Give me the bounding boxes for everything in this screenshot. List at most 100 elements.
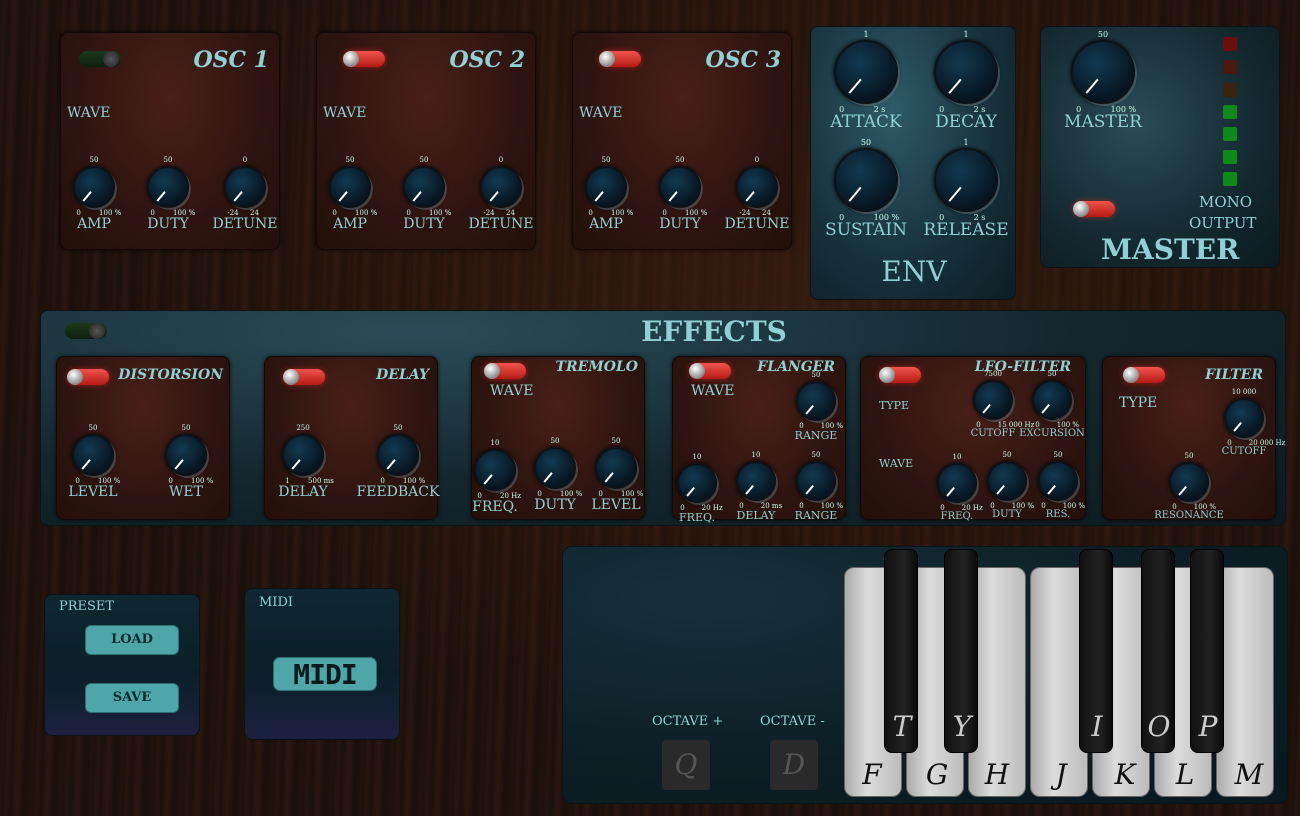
env-release-knob[interactable] bbox=[934, 148, 998, 212]
filter-cutoff-knob[interactable] bbox=[1224, 398, 1264, 438]
flanger-toggle[interactable] bbox=[689, 363, 731, 379]
osc3-toggle[interactable] bbox=[599, 51, 641, 67]
knob-top-value: 50 bbox=[601, 156, 611, 164]
knob-top-value: 7500 bbox=[984, 370, 1002, 378]
osc1-wave-label[interactable]: WAVE bbox=[67, 105, 110, 121]
env-attack-knob[interactable] bbox=[834, 40, 898, 104]
filter-type-label[interactable]: TYPE bbox=[1119, 395, 1157, 411]
osc2-title: OSC 2 bbox=[449, 47, 525, 73]
knob-indicator bbox=[386, 459, 396, 470]
knob-top-value: 1 bbox=[863, 30, 869, 39]
key-label: F bbox=[862, 758, 882, 791]
filter-resonance-knob[interactable] bbox=[1169, 462, 1209, 502]
octave-down-button[interactable]: D bbox=[770, 740, 818, 790]
lfo-filter-toggle[interactable] bbox=[879, 367, 921, 383]
osc3-duty-knob[interactable] bbox=[659, 166, 701, 208]
osc1-toggle[interactable] bbox=[79, 51, 121, 67]
env-sustain-knob[interactable] bbox=[834, 148, 898, 212]
knob-indicator bbox=[948, 186, 962, 202]
delay-feedback-knob[interactable] bbox=[377, 434, 419, 476]
knob-top-value: 250 bbox=[296, 424, 310, 432]
lfo-res-knob[interactable] bbox=[1038, 461, 1078, 501]
lfo-freq-knob[interactable] bbox=[937, 463, 977, 503]
lfo-wave-label[interactable]: WAVE bbox=[879, 457, 913, 470]
knob-indicator bbox=[291, 459, 301, 470]
osc3-wave-label[interactable]: WAVE bbox=[579, 105, 622, 121]
octave-down-label: OCTAVE - bbox=[760, 714, 825, 729]
key-label: O bbox=[1147, 710, 1171, 743]
white-key-m[interactable]: M bbox=[1216, 567, 1274, 797]
osc3-detune-knob[interactable] bbox=[736, 166, 778, 208]
delay-toggle[interactable] bbox=[283, 369, 325, 385]
osc2-duty-knob[interactable] bbox=[403, 166, 445, 208]
load-button[interactable]: LOAD bbox=[85, 625, 179, 655]
knob-indicator bbox=[1178, 485, 1187, 496]
black-key-y[interactable]: Y bbox=[944, 549, 978, 753]
lfo-excursion-knob[interactable] bbox=[1032, 380, 1072, 420]
env-decay-knob[interactable] bbox=[934, 40, 998, 104]
knob-indicator bbox=[543, 472, 553, 483]
knob-top-value: 50 bbox=[811, 371, 821, 379]
osc2-amp-knob[interactable] bbox=[329, 166, 371, 208]
flanger-wave-label[interactable]: WAVE bbox=[691, 383, 734, 399]
knob-top-value: 50 bbox=[1002, 451, 1012, 459]
black-key-o[interactable]: O bbox=[1141, 549, 1175, 753]
preset-panel: PRESET LOAD SAVE bbox=[44, 594, 200, 736]
knob-label: RESONANCE bbox=[1154, 510, 1224, 521]
knob-top-value: 50 bbox=[550, 437, 560, 445]
flanger-freq-knob[interactable] bbox=[677, 463, 717, 503]
knob-label: DELAY bbox=[278, 484, 328, 500]
knob-indicator bbox=[1085, 78, 1099, 94]
tremolo-freq-knob[interactable] bbox=[474, 449, 516, 491]
knob-indicator bbox=[483, 474, 493, 485]
osc1-amp-knob[interactable] bbox=[73, 166, 115, 208]
knob-indicator bbox=[174, 459, 184, 470]
distortion-level-knob[interactable] bbox=[72, 434, 114, 476]
knob-top-value: 50 bbox=[181, 424, 191, 432]
osc2-detune-knob[interactable] bbox=[480, 166, 522, 208]
octave-up-button[interactable]: Q bbox=[662, 740, 710, 790]
osc1-duty-knob[interactable] bbox=[147, 166, 189, 208]
knob-label: MASTER bbox=[1064, 112, 1142, 132]
flanger-range-knob[interactable] bbox=[796, 461, 836, 501]
knob-indicator bbox=[1233, 421, 1242, 432]
octave-up-label: OCTAVE + bbox=[652, 714, 724, 729]
midi-panel: MIDI MIDI bbox=[244, 588, 400, 740]
lfo-duty-knob[interactable] bbox=[987, 461, 1027, 501]
knob-label: RES. bbox=[1045, 509, 1071, 520]
distortion-toggle[interactable] bbox=[67, 369, 109, 385]
tremolo-toggle[interactable] bbox=[484, 363, 526, 379]
black-key-i[interactable]: I bbox=[1079, 549, 1113, 753]
knob-label: DETUNE bbox=[212, 216, 278, 232]
distortion-wet-knob[interactable] bbox=[165, 434, 207, 476]
master-toggle[interactable] bbox=[1073, 201, 1115, 217]
knob-indicator bbox=[233, 191, 243, 202]
flanger-delay-knob[interactable] bbox=[736, 461, 776, 501]
knob-indicator bbox=[805, 404, 814, 415]
lfo-cutoff-knob[interactable] bbox=[973, 380, 1013, 420]
knob-label: RANGE bbox=[794, 429, 838, 442]
delay-time-knob[interactable] bbox=[282, 434, 324, 476]
knob-top-value: 10 000 bbox=[1231, 388, 1257, 396]
midi-button[interactable]: MIDI bbox=[273, 657, 377, 691]
osc3-amp-knob[interactable] bbox=[585, 166, 627, 208]
black-key-p[interactable]: P bbox=[1190, 549, 1224, 753]
osc1-detune-knob[interactable] bbox=[224, 166, 266, 208]
master-volume-knob[interactable] bbox=[1071, 40, 1135, 104]
knob-top-value: 50 bbox=[89, 156, 99, 164]
knob-indicator bbox=[338, 191, 348, 202]
flanger-range-knob-top[interactable] bbox=[796, 381, 836, 421]
level-led-2 bbox=[1223, 60, 1237, 74]
knob-label: FEEDBACK bbox=[356, 484, 440, 500]
black-key-t[interactable]: T bbox=[884, 549, 918, 753]
knob-indicator bbox=[805, 484, 814, 495]
save-button[interactable]: SAVE bbox=[85, 683, 179, 713]
tremolo-wave-label[interactable]: WAVE bbox=[490, 383, 533, 399]
tremolo-duty-knob[interactable] bbox=[534, 447, 576, 489]
knob-indicator bbox=[412, 191, 422, 202]
lfo-type-label[interactable]: TYPE bbox=[879, 399, 909, 412]
tremolo-level-knob[interactable] bbox=[595, 447, 637, 489]
filter-toggle[interactable] bbox=[1123, 367, 1165, 383]
osc2-toggle[interactable] bbox=[343, 51, 385, 67]
osc2-wave-label[interactable]: WAVE bbox=[323, 105, 366, 121]
